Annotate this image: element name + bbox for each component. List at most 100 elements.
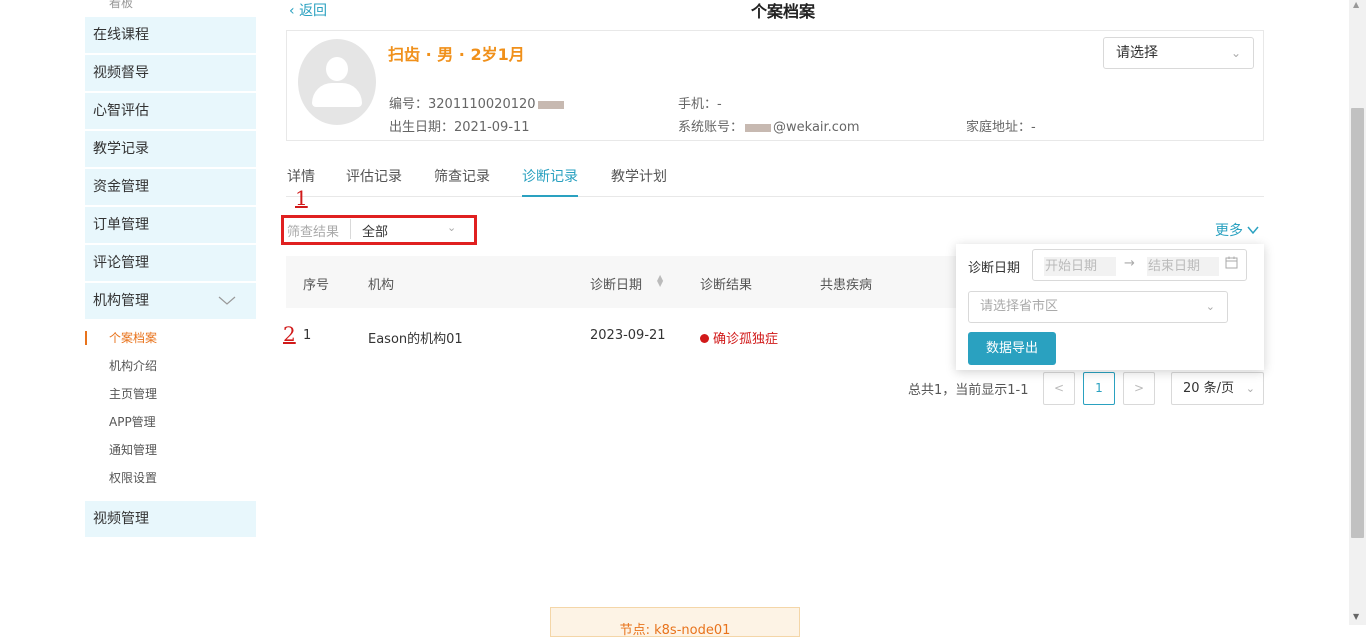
- page-size-select[interactable]: 20 条/页 ⌄: [1171, 372, 1264, 405]
- chevron-left-icon: ‹: [289, 3, 300, 19]
- sidebar-item-orders[interactable]: 订单管理: [85, 207, 256, 243]
- profile-card: 扫齿 · 男 · 2岁1月 编号：3201110020120 出生日期：2021…: [286, 30, 1264, 141]
- calendar-icon: [1225, 256, 1238, 273]
- redacted-block: [537, 100, 564, 109]
- page-scrollbar[interactable]: ▲ ▼: [1349, 0, 1366, 625]
- sidebar-item-online-courses[interactable]: 在线课程: [85, 17, 256, 53]
- prev-page-button[interactable]: <: [1043, 372, 1075, 405]
- region-select[interactable]: 请选择省市区 ⌄: [968, 291, 1228, 323]
- cell-org: Eason的机构01: [368, 332, 463, 347]
- chevron-down-icon[interactable]: ⌄: [447, 221, 456, 234]
- redacted-block: [745, 123, 772, 132]
- sidebar-subitem-case-files[interactable]: 个案档案: [109, 328, 157, 348]
- active-marker: [85, 331, 87, 345]
- page-title: 个案档案: [751, 2, 816, 21]
- sidebar-item-teaching-records[interactable]: 教学记录: [85, 131, 256, 167]
- tab-assessment-records[interactable]: 评估记录: [346, 166, 402, 186]
- result-text: 确诊孤独症: [713, 332, 779, 347]
- chevron-down-icon: [218, 283, 236, 333]
- sidebar-item-dashboard[interactable]: 看板: [109, 0, 133, 11]
- page-number-button[interactable]: 1: [1083, 372, 1115, 405]
- tab-screening-records[interactable]: 筛查记录: [434, 166, 490, 186]
- id-label: 编号：: [389, 97, 429, 112]
- more-label: 更多: [1215, 223, 1243, 239]
- arrow-right-icon: →: [1124, 256, 1135, 271]
- end-date-input[interactable]: 结束日期: [1147, 257, 1219, 276]
- chevron-down-icon: [1247, 223, 1260, 239]
- cell-date: 2023-09-21: [590, 328, 666, 343]
- address-value: -: [1031, 120, 1036, 135]
- diagnosis-date-label: 诊断日期: [968, 261, 1021, 276]
- tab-diagnosis-records[interactable]: 诊断记录: [522, 166, 578, 186]
- account-value: @wekair.com: [773, 120, 860, 135]
- annotation-2: 2: [283, 322, 296, 346]
- sidebar: 看板 在线课程 视频督导 心智评估 教学记录 资金管理 订单管理 评论管理 机构…: [85, 0, 256, 625]
- sidebar-subitem-notifications[interactable]: 通知管理: [109, 440, 157, 460]
- cell-index: 1: [303, 328, 312, 343]
- account-field: 系统账号： @wekair.com: [678, 116, 860, 135]
- birth-value: 2021-09-11: [454, 120, 530, 135]
- tab-teaching-plan[interactable]: 教学计划: [611, 166, 667, 186]
- birth-field: 出生日期：2021-09-11: [389, 116, 530, 135]
- avatar-body: [312, 83, 362, 107]
- phone-field: 手机：-: [678, 93, 722, 112]
- more-filters-toggle[interactable]: 更多: [1215, 220, 1260, 240]
- sidebar-item-comments[interactable]: 评论管理: [85, 245, 256, 281]
- col-header-index: 序号: [303, 278, 330, 293]
- sidebar-subitem-permissions[interactable]: 权限设置: [109, 468, 157, 488]
- sidebar-subitem-org-intro[interactable]: 机构介绍: [109, 356, 157, 376]
- region-placeholder: 请选择省市区: [980, 299, 1059, 314]
- date-range-picker[interactable]: 开始日期 → 结束日期: [1032, 249, 1247, 281]
- tabs-divider: [286, 196, 1264, 197]
- pagination-summary: 总共1，当前显示1-1: [908, 383, 1029, 398]
- page-size-value: 20 条/页: [1183, 381, 1235, 396]
- filter-divider: [350, 219, 351, 239]
- start-date-input[interactable]: 开始日期: [1044, 257, 1116, 276]
- sidebar-item-label: 机构管理: [93, 293, 149, 309]
- col-header-org: 机构: [368, 278, 395, 293]
- chevron-down-icon: ⌄: [1245, 382, 1255, 395]
- back-label: 返回: [299, 3, 328, 19]
- sidebar-item-mind-assessment[interactable]: 心智评估: [85, 93, 256, 129]
- phone-value: -: [717, 97, 722, 112]
- address-label: 家庭地址：: [966, 120, 1032, 135]
- sidebar-item-video-management[interactable]: 视频管理: [85, 501, 256, 537]
- chevron-down-icon: ⌄: [1230, 46, 1241, 60]
- id-value: 3201110020120: [428, 97, 536, 112]
- annotation-1: 1: [295, 186, 308, 210]
- scroll-down-icon[interactable]: ▼: [1353, 612, 1359, 621]
- more-filters-panel: 诊断日期 开始日期 → 结束日期 请选择省市区 ⌄ 数据导出: [956, 244, 1264, 370]
- id-field: 编号：3201110020120: [389, 93, 566, 112]
- avatar: [298, 39, 376, 125]
- sidebar-item-funds[interactable]: 资金管理: [85, 169, 256, 205]
- tab-details[interactable]: 详情: [287, 166, 315, 186]
- sidebar-subitem-app[interactable]: APP管理: [109, 412, 156, 432]
- sidebar-subitem-homepage[interactable]: 主页管理: [109, 384, 157, 404]
- col-header-date[interactable]: 诊断日期: [590, 274, 642, 293]
- phone-label: 手机：: [678, 97, 718, 112]
- account-label: 系统账号：: [678, 120, 744, 135]
- chevron-down-icon: ⌄: [1205, 300, 1215, 313]
- status-select[interactable]: 请选择 ⌄: [1103, 37, 1254, 69]
- filter-label: 筛查结果: [287, 225, 340, 240]
- active-tab-indicator: [522, 195, 578, 197]
- status-select-placeholder: 请选择: [1116, 45, 1158, 61]
- cell-result: 确诊孤独症: [700, 328, 778, 347]
- birth-label: 出生日期：: [389, 120, 455, 135]
- status-dot-icon: [700, 334, 709, 343]
- export-data-button[interactable]: 数据导出: [968, 332, 1056, 365]
- avatar-head: [326, 57, 348, 81]
- filter-select[interactable]: 全部: [362, 221, 388, 240]
- child-name-line: 扫齿 · 男 · 2岁1月: [388, 45, 525, 64]
- next-page-button[interactable]: >: [1123, 372, 1155, 405]
- sort-icon[interactable]: ▲ ▼: [657, 274, 663, 288]
- address-field: 家庭地址：-: [966, 116, 1036, 135]
- sidebar-item-video-supervision[interactable]: 视频督导: [85, 55, 256, 91]
- scroll-up-icon[interactable]: ▲: [1353, 0, 1359, 9]
- scrollbar-thumb[interactable]: [1351, 108, 1364, 538]
- col-header-comorbidity: 共患疾病: [820, 278, 873, 293]
- back-link[interactable]: ‹ 返回: [289, 0, 327, 20]
- sidebar-item-org-management[interactable]: 机构管理: [85, 283, 256, 319]
- node-banner: 节点: k8s-node01: [550, 607, 800, 638]
- col-header-result: 诊断结果: [700, 278, 753, 293]
